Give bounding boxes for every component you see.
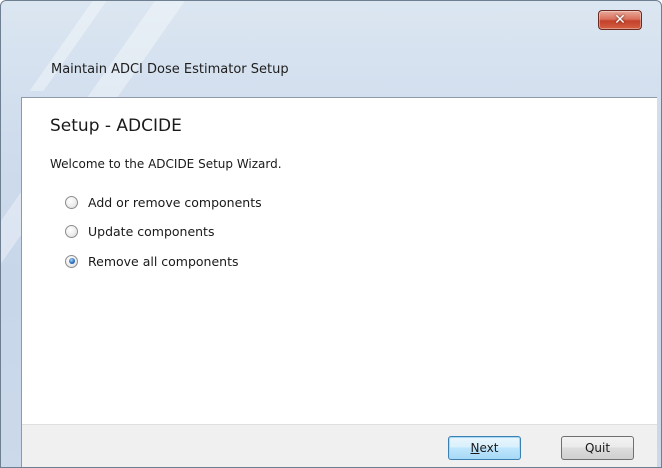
radio-label[interactable]: Remove all components [88,254,239,269]
radio-button[interactable] [65,195,78,209]
page-title: Setup - ADCIDE [50,116,182,136]
radio-button[interactable] [65,224,78,238]
quit-button[interactable]: Quit [561,436,634,460]
next-label: ext [479,441,499,455]
radio-button-selected[interactable] [65,254,78,268]
wizard-page: Setup - ADCIDE Welcome to the ADCIDE Set… [21,97,657,467]
next-mnemonic: N [470,441,480,455]
button-bar: Next Quit [22,424,657,467]
radio-label[interactable]: Add or remove components [88,195,262,210]
close-button[interactable]: ✕ [598,10,642,30]
radio-label[interactable]: Update components [88,224,214,239]
window-title: Maintain ADCI Dose Estimator Setup [51,62,289,77]
title-bar[interactable]: Maintain ADCI Dose Estimator Setup ✕ [1,1,661,91]
welcome-text: Welcome to the ADCIDE Setup Wizard. [50,157,282,171]
next-button[interactable]: Next [448,436,521,460]
radio-update-components[interactable]: Update components [65,222,214,240]
setup-window: Maintain ADCI Dose Estimator Setup ✕ Set… [0,0,662,468]
close-icon[interactable]: ✕ [614,13,626,27]
radio-remove-all-components[interactable]: Remove all components [65,252,239,270]
radio-add-remove-components[interactable]: Add or remove components [65,193,262,211]
